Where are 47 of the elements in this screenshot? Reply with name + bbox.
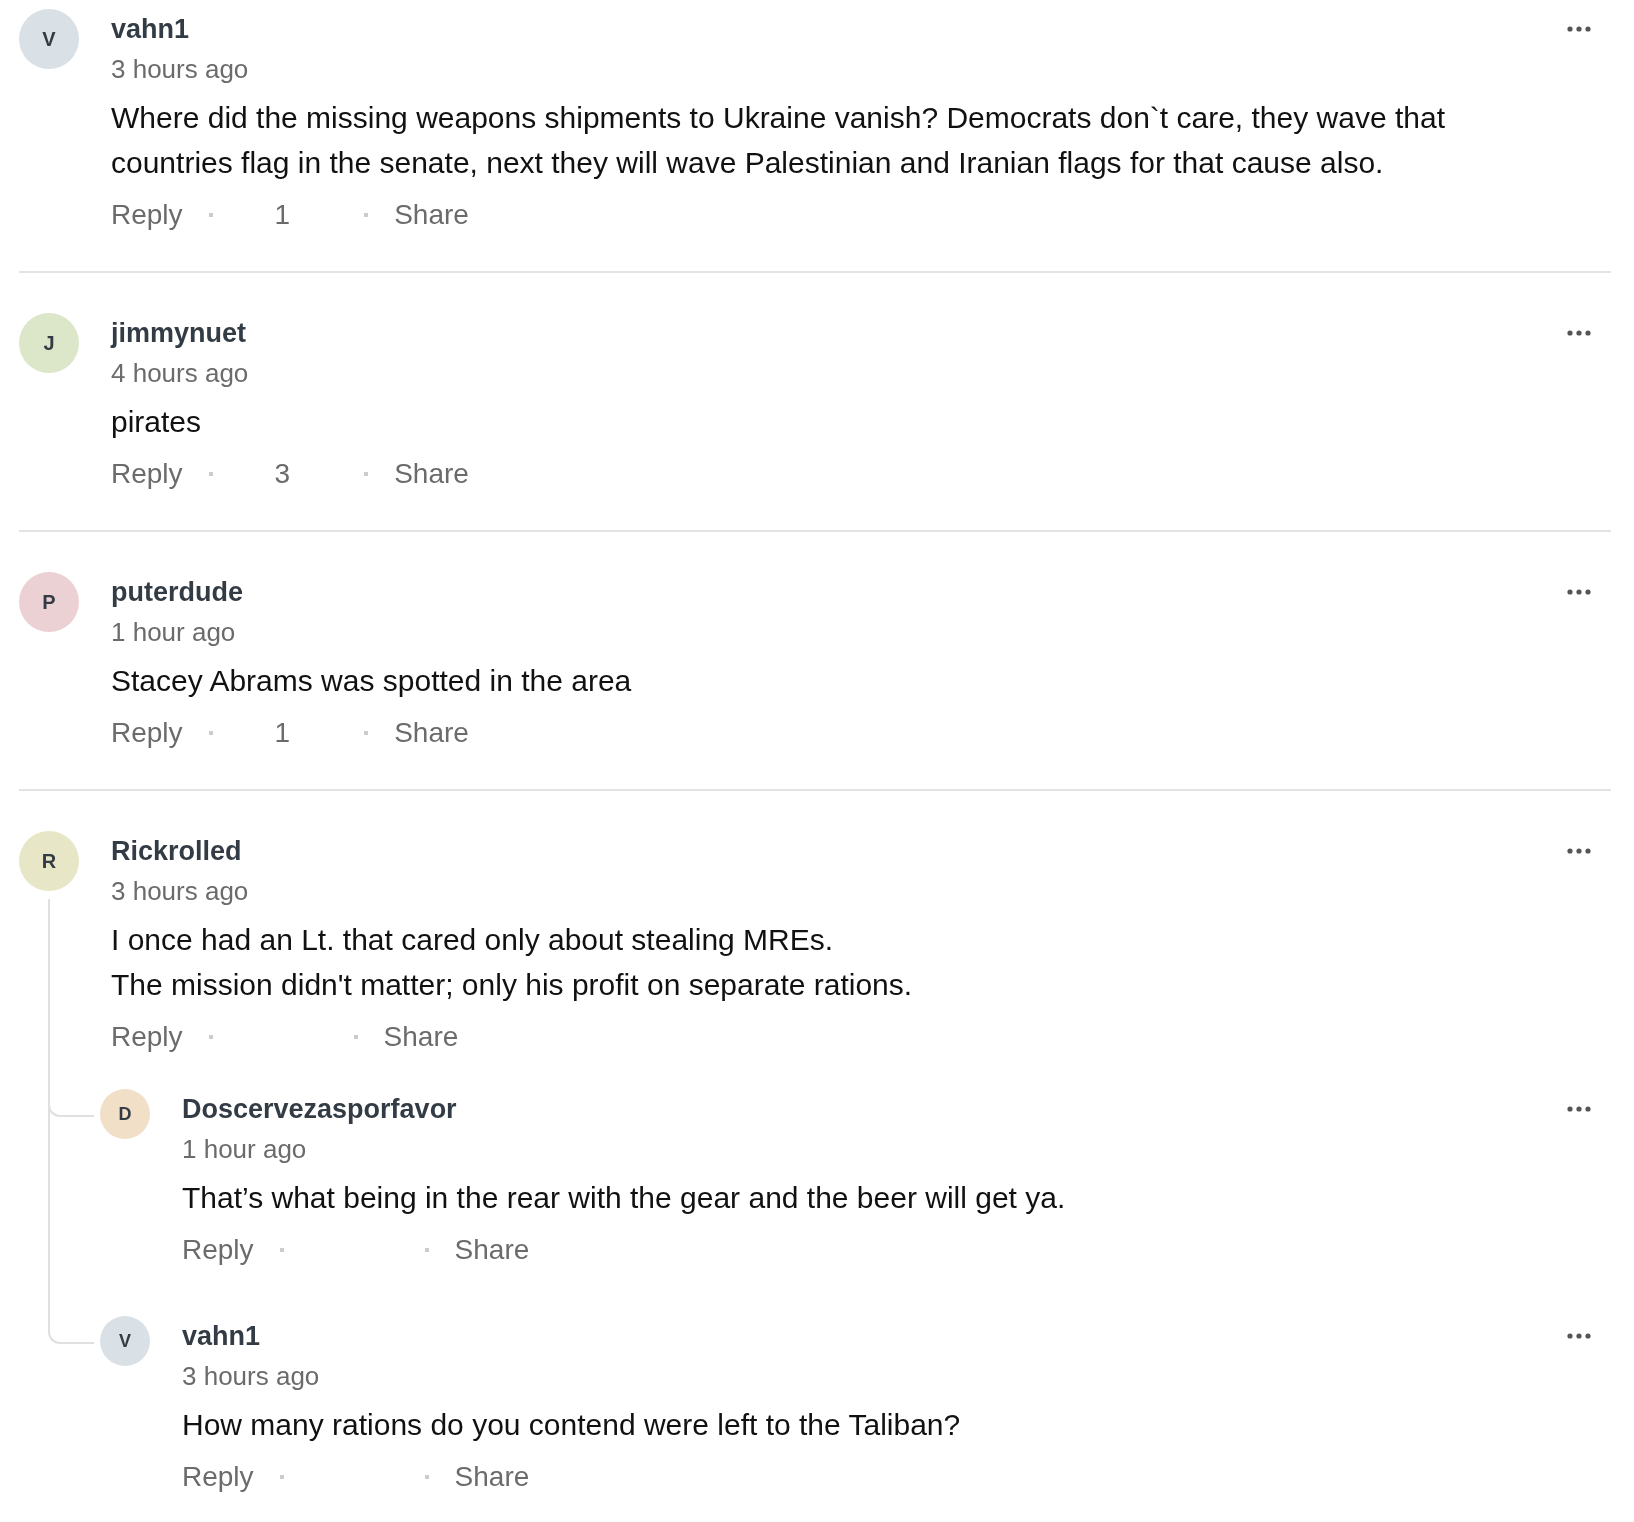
reply-link[interactable]: Reply (111, 1021, 183, 1053)
reply-link[interactable]: Reply (182, 1234, 254, 1266)
reply-link[interactable]: Reply (111, 199, 183, 231)
share-link[interactable]: Share (383, 1021, 459, 1053)
username: Doscervezasporfavor (182, 1093, 457, 1125)
reply-link[interactable]: Reply (182, 1461, 254, 1493)
avatar: P (19, 572, 79, 632)
reply-link[interactable]: Reply (111, 458, 183, 490)
avatar: V (100, 1316, 150, 1366)
share-link[interactable]: Share (454, 1461, 530, 1493)
more-icon[interactable] (1567, 848, 1591, 854)
timestamp: 1 hour ago (182, 1133, 308, 1166)
share-link[interactable]: Share (454, 1234, 530, 1266)
comment-text: Stacey Abrams was spotted in the area (111, 663, 633, 699)
username: vahn1 (111, 13, 190, 45)
more-icon[interactable] (1567, 26, 1591, 32)
comment-text: The mission didn't matter; only his profit on separate rations. (111, 967, 914, 1003)
more-icon[interactable] (1567, 330, 1591, 336)
share-link[interactable]: Share (394, 199, 469, 231)
comment-text: I once had an Lt. that cared only about stealing MREs. (111, 922, 835, 958)
username: puterdude (111, 576, 243, 608)
timestamp: 1 hour ago (111, 616, 237, 649)
timestamp: 3 hours ago (182, 1360, 321, 1393)
comment-text: How many rations do you contend were left to the Taliban? (182, 1407, 962, 1443)
thread-connector (48, 1284, 94, 1344)
timestamp: 4 hours ago (111, 357, 250, 390)
share-link[interactable]: Share (394, 458, 469, 490)
comment-text: Where did the missing weapons shipments to Ukraine vanish? Democrats don`t care, they wave that countries flag in the senate, next they will wave Palestinian and Iranian flags for that cause also. (111, 100, 1446, 181)
username: Rickrolled (111, 835, 242, 867)
vote-count: 1 (274, 717, 291, 749)
reply-link[interactable]: Reply (111, 717, 183, 749)
avatar: R (19, 831, 79, 891)
avatar: J (19, 313, 79, 373)
timestamp: 3 hours ago (111, 53, 250, 86)
username: vahn1 (182, 1320, 261, 1352)
more-icon[interactable] (1567, 1333, 1591, 1339)
share-link[interactable]: Share (394, 717, 469, 749)
timestamp: 3 hours ago (111, 875, 250, 908)
avatar: V (19, 9, 79, 69)
more-icon[interactable] (1567, 589, 1591, 595)
vote-count: 3 (274, 458, 291, 490)
comment-text: That’s what being in the rear with the gear and the beer will get ya. (182, 1180, 1067, 1216)
avatar: D (100, 1089, 150, 1139)
username: jimmynuet (111, 317, 247, 349)
comment-text: pirates (111, 404, 203, 440)
vote-count: 1 (274, 199, 291, 231)
more-icon[interactable] (1567, 1106, 1591, 1112)
